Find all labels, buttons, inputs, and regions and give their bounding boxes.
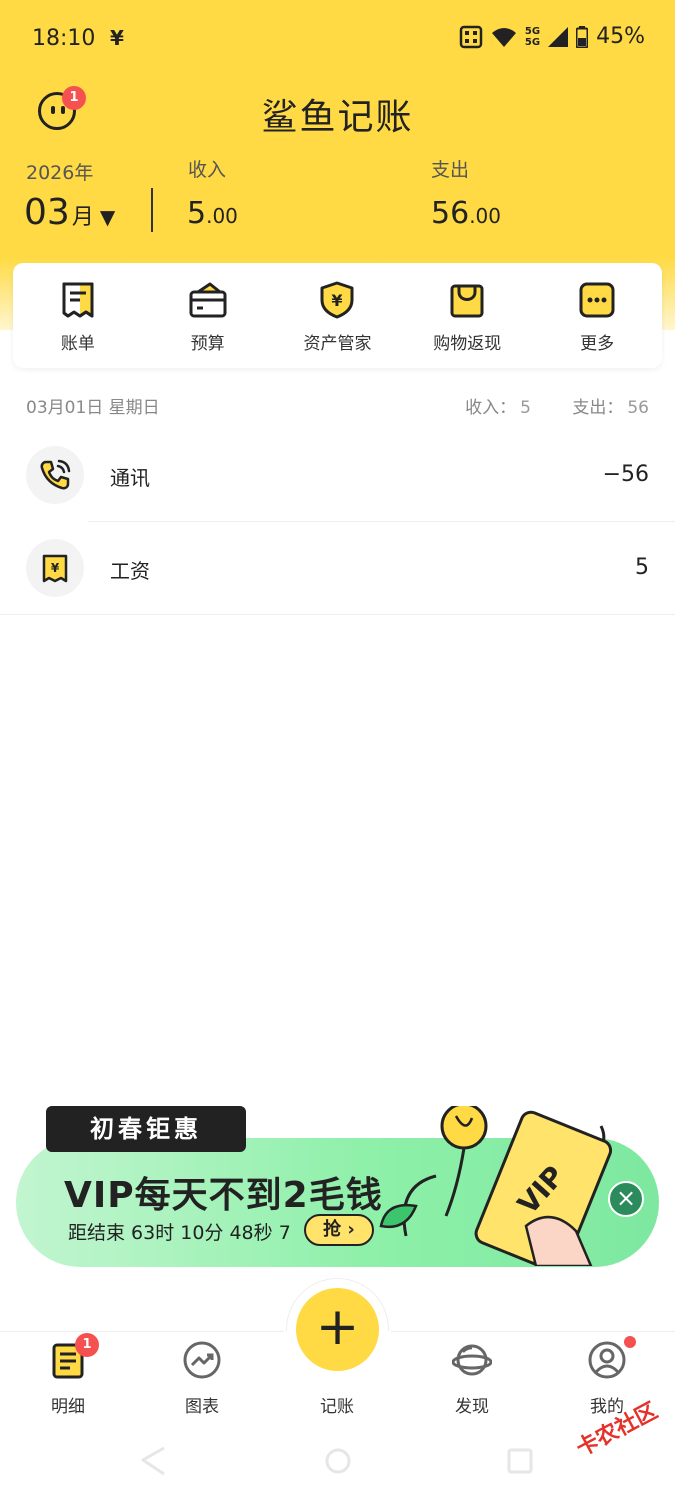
promo-countdown: 距结束 63时 10分 48秒 7 xyxy=(68,1222,291,1244)
nav-item-detail[interactable]: 明细 xyxy=(18,1340,118,1417)
app-title: 鲨鱼记账 xyxy=(261,97,414,138)
nav-label: 明细 xyxy=(51,1397,85,1417)
shopping-bag-icon xyxy=(450,284,484,318)
transaction-row[interactable]: ¥ 工资 5 xyxy=(0,522,675,615)
row-divider xyxy=(0,614,675,615)
profile-red-dot xyxy=(624,1336,636,1348)
signal-5g-stack: 5G 5G xyxy=(525,26,540,48)
quick-action-more[interactable]: 更多 xyxy=(532,263,662,368)
nav-label: 发现 xyxy=(455,1397,489,1417)
month-suffix: 月 xyxy=(71,205,94,230)
planet-icon xyxy=(451,1344,493,1376)
day-date: 03月01日 星期日 xyxy=(26,398,160,418)
dropdown-triangle-icon: ▼ xyxy=(99,205,116,229)
header-divider xyxy=(151,188,153,232)
day-group-header: 03月01日 星期日 收入： 5 支出： 56 xyxy=(26,393,649,418)
expense-int: 56 xyxy=(431,196,470,231)
transaction-icon-wrap xyxy=(26,446,84,504)
svg-text:¥: ¥ xyxy=(332,291,343,310)
transaction-name: 工资 xyxy=(110,559,150,583)
phone-icon xyxy=(40,459,71,490)
home-icon[interactable] xyxy=(325,1448,351,1474)
day-income-label: 收入： xyxy=(465,398,517,418)
day-expense-value: 56 xyxy=(627,398,649,418)
yen-notification-icon: ¥ xyxy=(110,26,124,50)
chart-icon xyxy=(183,1341,221,1379)
quick-action-budget[interactable]: 预算 xyxy=(143,263,273,368)
month-selector[interactable]: 03 月 ▼ xyxy=(24,192,115,233)
quick-action-label: 更多 xyxy=(580,334,615,354)
status-bar: 18:10 ¥ 5G 5G 45% xyxy=(0,0,675,80)
quick-actions-card: 账单 预算 ¥ 资产管家 购物返现 更多 xyxy=(13,263,662,368)
day-expense-label: 支出： xyxy=(572,398,624,418)
budget-icon xyxy=(189,282,227,318)
add-record-button[interactable]: + xyxy=(296,1288,379,1371)
transaction-name: 通讯 xyxy=(110,466,150,490)
battery-icon xyxy=(576,25,589,48)
nfc-icon xyxy=(459,25,483,48)
year-label: 2026年 xyxy=(26,162,94,184)
nav-item-chart[interactable]: 图表 xyxy=(152,1340,252,1417)
svg-text:¥: ¥ xyxy=(51,561,60,575)
signal-5g-label-1: 5G xyxy=(524,25,541,37)
profile-icon xyxy=(588,1341,626,1379)
nav-detail-badge: 1 xyxy=(75,1333,99,1357)
promo-headline: VIP每天不到2毛钱 xyxy=(64,1175,383,1216)
day-income-value: 5 xyxy=(520,398,531,418)
promo-tag: 初春钜惠 xyxy=(46,1106,246,1152)
promo-grab-button[interactable]: 抢 › xyxy=(304,1214,374,1246)
quick-action-label: 账单 xyxy=(60,334,95,354)
quick-action-bill[interactable]: 账单 xyxy=(13,263,143,368)
income-label: 收入 xyxy=(188,159,227,181)
income-int: 5 xyxy=(187,196,207,231)
quick-action-asset[interactable]: ¥ 资产管家 xyxy=(273,263,403,368)
salary-icon: ¥ xyxy=(42,554,68,583)
vip-card-illustration-icon: VIP xyxy=(379,1106,613,1266)
asset-shield-icon: ¥ xyxy=(320,281,354,319)
bill-icon xyxy=(62,282,94,318)
signal-5g-label-2: 5G xyxy=(524,36,541,48)
nav-item-discover[interactable]: 发现 xyxy=(422,1340,522,1417)
transaction-amount: −56 xyxy=(602,462,649,487)
vip-promo-banner[interactable]: 初春钜惠 VIP每天不到2毛钱 距结束 63时 10分 48秒 7 抢 › VI… xyxy=(16,1106,659,1267)
income-total: 5.00 xyxy=(187,196,238,231)
promo-close-button[interactable]: × xyxy=(608,1181,644,1217)
expense-label: 支出 xyxy=(431,159,470,181)
recents-icon[interactable] xyxy=(507,1448,533,1474)
month-value: 03 xyxy=(24,192,70,233)
status-time: 18:10 xyxy=(32,26,96,51)
signal-icon xyxy=(548,26,569,47)
wifi-icon xyxy=(491,27,516,47)
quick-action-shopping[interactable]: 购物返现 xyxy=(402,263,532,368)
transaction-row[interactable]: 通讯 −56 xyxy=(0,429,675,522)
battery-percent: 45% xyxy=(596,24,645,49)
expense-total: 56.00 xyxy=(431,196,501,231)
transaction-amount: 5 xyxy=(635,555,649,580)
income-dec: .00 xyxy=(206,204,238,228)
more-icon xyxy=(579,282,615,318)
quick-action-label: 购物返现 xyxy=(433,334,502,354)
back-icon[interactable] xyxy=(140,1446,166,1476)
nav-label: 图表 xyxy=(185,1397,219,1417)
day-summary: 收入： 5 支出： 56 xyxy=(465,393,649,418)
expense-dec: .00 xyxy=(469,204,501,228)
nav-label: 记账 xyxy=(320,1397,354,1417)
quick-action-label: 资产管家 xyxy=(303,334,372,354)
transaction-icon-wrap: ¥ xyxy=(26,539,84,597)
quick-action-label: 预算 xyxy=(190,334,225,354)
